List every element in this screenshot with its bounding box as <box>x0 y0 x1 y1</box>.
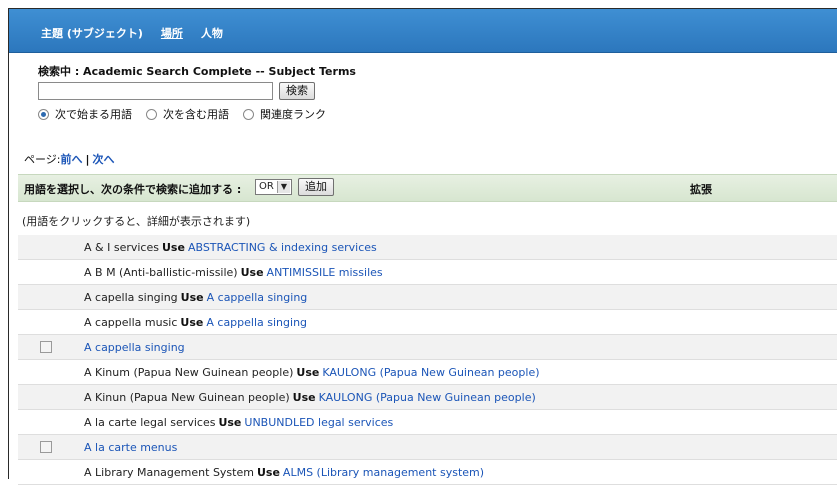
term-entry: A cappella singing <box>84 341 185 354</box>
search-input[interactable] <box>38 82 273 100</box>
term-row: A la carte legal services Use UNBUNDLED le… <box>18 410 837 435</box>
term-entry: A la carte legal services Use UNBUNDLED le… <box>84 416 393 429</box>
term-nonpreferred: A Kinun (Papua New Guinean people) <box>84 391 290 404</box>
term-entry: A la carte menus <box>84 441 177 454</box>
term-row: A la carte menus <box>18 435 837 460</box>
radio-relevance[interactable] <box>243 108 254 120</box>
search-panel: 検索中 : Academic Search Complete -- Subjec… <box>38 63 356 121</box>
chevron-down-icon: ▼ <box>277 181 290 193</box>
term-row: A B M (Anti-ballistic-missile) Use ANTIMIS… <box>18 260 837 285</box>
term-nonpreferred: A capella singing <box>84 291 178 304</box>
use-keyword: Use <box>218 416 242 429</box>
term-link[interactable]: KAULONG (Papua New Guinean people) <box>319 391 536 404</box>
add-button[interactable]: 追加 <box>298 178 334 196</box>
term-nonpreferred: A la carte legal services <box>84 416 216 429</box>
term-entry: A B M (Anti-ballistic-missile) Use ANTIMIS… <box>84 266 383 279</box>
term-link[interactable]: A cappella singing <box>84 341 185 354</box>
radio-contains[interactable] <box>146 108 157 120</box>
use-keyword: Use <box>256 466 280 479</box>
term-entry: A capella singing Use A cappella singing <box>84 291 307 304</box>
radio-contains-label: 次を含む用語 <box>163 108 229 121</box>
expand-column-header: 拡張 <box>690 183 712 196</box>
term-link[interactable]: A cappella singing <box>207 291 308 304</box>
use-keyword: Use <box>180 291 204 304</box>
use-keyword: Use <box>292 391 316 404</box>
term-entry: A & I services Use ABSTRACTING & indexing … <box>84 241 377 254</box>
radio-starts-with-label: 次で始まる用語 <box>55 108 132 121</box>
term-link[interactable]: UNBUNDLED legal services <box>244 416 393 429</box>
search-mode-options: 次で始まる用語 次を含む用語 関連度ランク <box>38 106 334 122</box>
term-row: A cappella music Use A cappella singing <box>18 310 837 335</box>
term-nonpreferred: A Kinum (Papua New Guinean people) <box>84 366 294 379</box>
term-row: A & I services Use ABSTRACTING & indexing … <box>18 235 837 260</box>
pagination: ページ:前へ | 次へ <box>24 151 115 167</box>
window-top-margin <box>0 0 837 8</box>
term-nonpreferred: A cappella music <box>84 316 178 329</box>
term-row: A Library Management System Use ALMS (Libr… <box>18 460 837 485</box>
term-link[interactable]: ALMS (Library management system) <box>283 466 484 479</box>
next-page-link[interactable]: 次へ <box>93 153 115 166</box>
searching-database-label: 検索中 : Academic Search Complete -- Subjec… <box>38 65 356 78</box>
use-keyword: Use <box>161 241 185 254</box>
term-link[interactable]: A la carte menus <box>84 441 177 454</box>
term-row: A cappella singing <box>18 335 837 360</box>
search-row: 検索 <box>38 82 315 100</box>
term-entry: A Library Management System Use ALMS (Libr… <box>84 466 484 479</box>
prev-page-link[interactable]: 前へ <box>61 153 83 166</box>
tab-person[interactable]: 人物 <box>201 25 223 41</box>
pagination-label: ページ: <box>24 153 61 166</box>
search-button[interactable]: 検索 <box>279 82 315 100</box>
term-checkbox[interactable] <box>40 441 52 453</box>
term-link[interactable]: A cappella singing <box>206 316 307 329</box>
term-entry: A cappella music Use A cappella singing <box>84 316 307 329</box>
add-to-search-label: 用語を選択し、次の条件で検索に追加する : <box>24 183 242 196</box>
term-link[interactable]: ANTIMISSILE missiles <box>267 266 383 279</box>
click-term-hint: (用語をクリックすると、詳細が表示されます) <box>22 215 251 228</box>
use-keyword: Use <box>240 266 264 279</box>
operator-select[interactable]: OR ▼ <box>255 179 292 195</box>
term-entry: A Kinun (Papua New Guinean people) Use KAU… <box>84 391 536 404</box>
term-nonpreferred: A Library Management System <box>84 466 254 479</box>
radio-starts-with[interactable] <box>38 108 49 120</box>
term-link[interactable]: KAULONG (Papua New Guinean people) <box>322 366 539 379</box>
window-border-left <box>8 8 9 479</box>
use-keyword: Use <box>180 316 204 329</box>
term-checkbox[interactable] <box>40 341 52 353</box>
term-row: A Kinun (Papua New Guinean people) Use KAU… <box>18 385 837 410</box>
use-keyword: Use <box>296 366 320 379</box>
tab-subject[interactable]: 主題 (サブジェクト) <box>41 25 143 41</box>
subject-tabs: 主題 (サブジェクト) 場所 人物 <box>41 25 223 41</box>
pagination-separator: | <box>85 153 90 166</box>
term-row: A Kinum (Papua New Guinean people) Use KAU… <box>18 360 837 385</box>
header-bar: 主題 (サブジェクト) 場所 人物 <box>9 9 837 53</box>
term-list: A & I services Use ABSTRACTING & indexing … <box>18 235 837 485</box>
term-entry: A Kinum (Papua New Guinean people) Use KAU… <box>84 366 540 379</box>
add-to-search-bar: 用語を選択し、次の条件で検索に追加する : OR ▼ 追加 拡張 <box>18 174 837 202</box>
term-nonpreferred: A & I services <box>84 241 159 254</box>
term-link[interactable]: ABSTRACTING & indexing services <box>188 241 377 254</box>
term-row: A capella singing Use A cappella singing <box>18 285 837 310</box>
radio-relevance-label: 関連度ランク <box>260 108 326 121</box>
operator-value: OR <box>259 181 274 192</box>
tab-place[interactable]: 場所 <box>161 25 183 41</box>
term-nonpreferred: A B M (Anti-ballistic-missile) <box>84 266 238 279</box>
